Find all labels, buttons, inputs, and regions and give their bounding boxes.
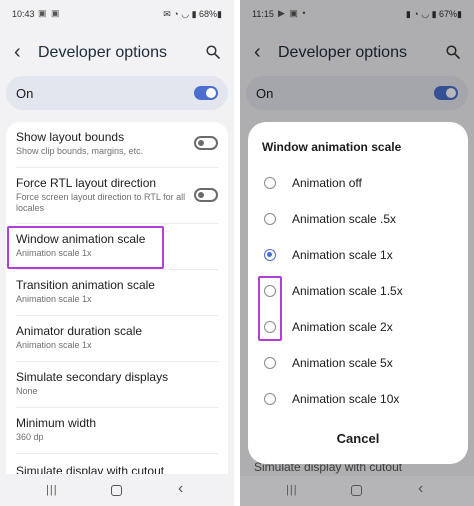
- dialog-title: Window animation scale: [262, 140, 402, 154]
- list-item-animator-duration-scale[interactable]: Animator duration scale Animation scale …: [6, 316, 228, 362]
- highlight-box-radio-options: [258, 276, 282, 341]
- master-switch-label: On: [16, 86, 34, 101]
- home-icon[interactable]: [111, 485, 122, 496]
- list-item-force-rtl[interactable]: Force RTL layout direction Force screen …: [6, 168, 228, 224]
- option-label: Animation scale 1x: [292, 248, 393, 262]
- highlight-box-window-animation: [7, 226, 164, 269]
- option-scale-1x[interactable]: Animation scale 1x: [248, 240, 468, 270]
- status-time: 10:43: [12, 9, 35, 19]
- option-label: Animation scale .5x: [292, 212, 397, 226]
- back-nav-icon[interactable]: ‹: [418, 480, 423, 498]
- option-label: Animation scale 5x: [292, 356, 393, 370]
- list-item-simulate-secondary-displays[interactable]: Simulate secondary displays None: [6, 362, 228, 408]
- app-bar: ‹ Developer options: [0, 36, 234, 72]
- option-scale-0-5x[interactable]: Animation scale .5x: [248, 204, 468, 234]
- item-title: Transition animation scale: [16, 278, 155, 292]
- settings-list: Show layout bounds Show clip bounds, mar…: [6, 122, 228, 474]
- back-arrow-icon[interactable]: ‹: [14, 40, 21, 64]
- item-summary: Animation scale 1x: [16, 340, 92, 350]
- item-summary: Show clip bounds, margins, etc.: [16, 146, 144, 156]
- radio-button[interactable]: [264, 213, 276, 225]
- option-label: Animation scale 1.5x: [292, 284, 403, 298]
- item-title: Minimum width: [16, 416, 97, 430]
- force-rtl-toggle[interactable]: [194, 188, 218, 202]
- item-title: Simulate secondary displays: [16, 370, 169, 384]
- list-item-show-layout-bounds[interactable]: Show layout bounds Show clip bounds, mar…: [6, 122, 228, 168]
- recent-apps-icon[interactable]: |||: [46, 484, 58, 496]
- status-bar: 10:43 ▣ ▣ ✉ ◔ ◡ ▮ 68%▮: [0, 0, 234, 28]
- page-title: Developer options: [38, 44, 167, 61]
- left-screen: 10:43 ▣ ▣ ✉ ◔ ◡ ▮ 68%▮ ‹ Developer optio…: [0, 0, 234, 506]
- list-item-simulate-cutout[interactable]: Simulate display with cutout: [6, 456, 228, 474]
- divider: [16, 453, 218, 454]
- layout-bounds-toggle[interactable]: [194, 136, 218, 150]
- item-summary: None: [16, 386, 38, 396]
- radio-button[interactable]: [264, 393, 276, 405]
- notification-icons: ▣ ▣: [38, 8, 61, 18]
- system-status-icons: ✉ ◔ ◡ ▮ 68%▮: [163, 9, 222, 19]
- option-scale-10x[interactable]: Animation scale 10x: [248, 384, 468, 414]
- item-summary: 360 dp: [16, 432, 44, 442]
- right-screen: 11:15 ▶ ▣ • ▮ ◔ ◡ ▮ 67%▮ ‹ Developer opt…: [240, 0, 474, 506]
- item-title: Force RTL layout direction: [16, 176, 157, 190]
- option-animation-off[interactable]: Animation off: [248, 168, 468, 198]
- item-title: Simulate display with cutout: [16, 464, 165, 474]
- navigation-bar: ||| ‹: [240, 476, 474, 506]
- back-nav-icon[interactable]: ‹: [178, 480, 183, 498]
- radio-button[interactable]: [264, 357, 276, 369]
- item-title: Show layout bounds: [16, 130, 125, 144]
- radio-button-selected[interactable]: [264, 249, 276, 261]
- master-switch-row[interactable]: On: [6, 76, 228, 110]
- recent-apps-icon[interactable]: |||: [286, 484, 298, 496]
- item-summary: Force screen layout direction to RTL for…: [16, 192, 186, 213]
- option-label: Animation scale 2x: [292, 320, 393, 334]
- item-summary: Animation scale 1x: [16, 294, 92, 304]
- list-item-minimum-width[interactable]: Minimum width 360 dp: [6, 408, 228, 454]
- option-scale-5x[interactable]: Animation scale 5x: [248, 348, 468, 378]
- navigation-bar: ||| ‹: [0, 476, 234, 506]
- item-title: Animator duration scale: [16, 324, 143, 338]
- home-icon[interactable]: [351, 485, 362, 496]
- option-label: Animation scale 10x: [292, 392, 400, 406]
- option-label: Animation off: [292, 176, 362, 190]
- cancel-button[interactable]: Cancel: [248, 426, 468, 452]
- radio-button[interactable]: [264, 177, 276, 189]
- master-toggle[interactable]: [194, 86, 218, 100]
- search-icon[interactable]: [206, 45, 220, 59]
- list-item-transition-animation-scale[interactable]: Transition animation scale Animation sca…: [6, 270, 228, 316]
